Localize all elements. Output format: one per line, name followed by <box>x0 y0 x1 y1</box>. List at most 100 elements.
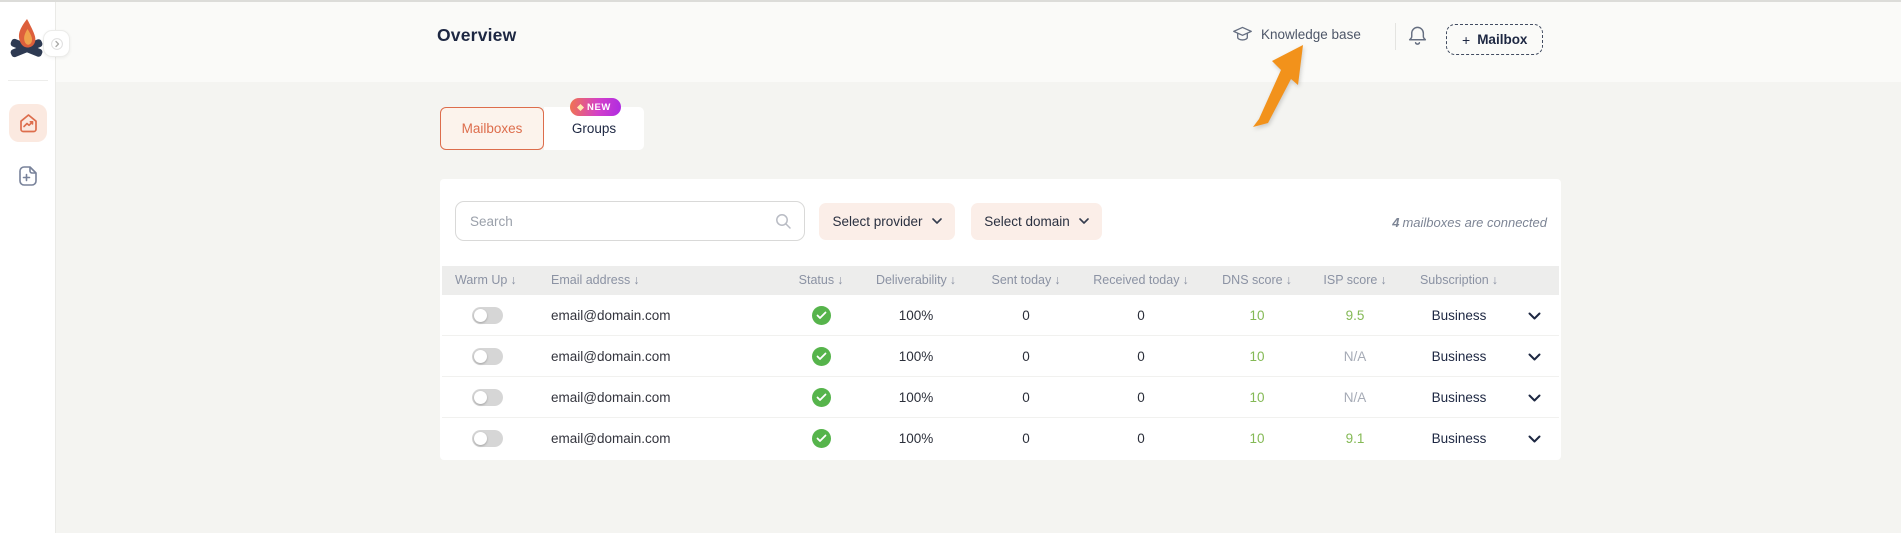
sort-icon: ↓ <box>1054 273 1060 287</box>
knowledge-base-link[interactable]: Knowledge base <box>1232 24 1361 44</box>
table-header: Warm Up↓ Email address↓ Status↓ Delivera… <box>442 266 1559 295</box>
select-domain-dropdown[interactable]: Select domain <box>971 203 1102 240</box>
column-label: Deliverability <box>876 273 947 287</box>
dns-score-value: 10 <box>1207 377 1307 418</box>
isp-score-value: 9.5 <box>1305 295 1405 336</box>
tab-mailboxes-label: Mailboxes <box>462 121 523 136</box>
warmup-toggle[interactable] <box>472 307 503 324</box>
connected-label: mailboxes are connected <box>1402 215 1547 230</box>
chevron-right-icon <box>51 38 63 50</box>
bell-icon <box>1406 24 1429 49</box>
add-mailbox-label: Mailbox <box>1477 32 1527 47</box>
add-mailbox-button[interactable]: + Mailbox <box>1446 24 1543 55</box>
toggle-knob <box>474 391 487 404</box>
knowledge-base-label: Knowledge base <box>1261 27 1361 42</box>
sent-today-value: 0 <box>976 418 1076 459</box>
column-label: ISP score <box>1323 273 1377 287</box>
sidebar-collapse-button[interactable] <box>43 30 70 57</box>
select-provider-label: Select provider <box>832 214 922 229</box>
column-label: Sent today <box>991 273 1051 287</box>
warmup-toggle[interactable] <box>472 348 503 365</box>
row-expand-button[interactable] <box>1518 418 1550 459</box>
tab-groups[interactable]: Groups NEW <box>544 107 644 150</box>
column-label: Subscription <box>1420 273 1489 287</box>
warmup-toggle[interactable] <box>472 430 503 447</box>
search-box <box>455 201 805 241</box>
select-provider-dropdown[interactable]: Select provider <box>819 203 955 240</box>
search-input[interactable] <box>456 214 774 229</box>
chevron-down-icon <box>932 218 942 225</box>
status-ok-icon <box>812 306 831 325</box>
chevron-down-icon <box>1528 353 1541 361</box>
table-row: email@domain.com 100% 0 0 10 N/A Busines… <box>442 336 1559 377</box>
tab-bar: Mailboxes Groups NEW <box>440 107 644 150</box>
column-label: DNS score <box>1222 273 1282 287</box>
status-ok-icon <box>812 388 831 407</box>
deliverability-value: 100% <box>866 336 966 377</box>
column-header-isp-score[interactable]: ISP score↓ <box>1305 266 1405 295</box>
tab-groups-label: Groups <box>572 121 616 136</box>
subscription-value: Business <box>1399 377 1519 418</box>
column-header-received-today[interactable]: Received today↓ <box>1091 266 1191 295</box>
sent-today-value: 0 <box>976 377 1076 418</box>
column-label: Warm Up <box>455 273 507 287</box>
chevron-down-icon <box>1528 435 1541 443</box>
dns-score-value: 10 <box>1207 418 1307 459</box>
toggle-knob <box>474 309 487 322</box>
column-header-warmup[interactable]: Warm Up↓ <box>455 266 545 295</box>
column-header-email[interactable]: Email address↓ <box>551 266 791 295</box>
sort-icon: ↓ <box>510 273 516 287</box>
isp-score-value: N/A <box>1305 336 1405 377</box>
header-band <box>56 0 1901 82</box>
received-today-value: 0 <box>1091 377 1191 418</box>
email-address: email@domain.com <box>551 418 791 459</box>
chevron-down-icon <box>1079 218 1089 225</box>
column-header-subscription[interactable]: Subscription↓ <box>1399 266 1519 295</box>
row-expand-button[interactable] <box>1518 336 1550 377</box>
status-cell <box>781 377 861 418</box>
isp-score-value: N/A <box>1305 377 1405 418</box>
tab-mailboxes[interactable]: Mailboxes <box>440 107 544 150</box>
window-top-border <box>0 0 1901 2</box>
new-badge: NEW <box>570 98 621 116</box>
sort-icon: ↓ <box>1182 273 1188 287</box>
row-expand-button[interactable] <box>1518 295 1550 336</box>
subscription-value: Business <box>1399 418 1519 459</box>
dns-score-value: 10 <box>1207 336 1307 377</box>
graduation-cap-icon <box>1232 24 1253 44</box>
connected-count-text: 4mailboxes are connected <box>1392 215 1547 230</box>
sent-today-value: 0 <box>976 336 1076 377</box>
file-plus-icon <box>15 163 41 189</box>
email-address: email@domain.com <box>551 336 791 377</box>
email-address: email@domain.com <box>551 377 791 418</box>
column-header-sent-today[interactable]: Sent today↓ <box>976 266 1076 295</box>
column-header-status[interactable]: Status↓ <box>781 266 861 295</box>
column-header-deliverability[interactable]: Deliverability↓ <box>866 266 966 295</box>
column-label: Email address <box>551 273 630 287</box>
campfire-logo[interactable] <box>7 17 47 59</box>
sort-icon: ↓ <box>1492 273 1498 287</box>
sidebar-item-overview[interactable] <box>9 104 47 142</box>
toggle-knob <box>474 350 487 363</box>
warmup-toggle[interactable] <box>472 389 503 406</box>
sidebar <box>0 0 56 533</box>
sort-icon: ↓ <box>1286 273 1292 287</box>
subscription-value: Business <box>1399 295 1519 336</box>
status-cell <box>781 336 861 377</box>
row-expand-button[interactable] <box>1518 377 1550 418</box>
column-label: Status <box>799 273 834 287</box>
mailboxes-card: Select provider Select domain 4mailboxes… <box>440 179 1561 460</box>
new-badge-label: NEW <box>587 102 611 113</box>
column-header-dns-score[interactable]: DNS score ↓ <box>1207 266 1307 295</box>
sort-icon: ↓ <box>633 273 639 287</box>
sidebar-item-add-document[interactable] <box>14 162 42 190</box>
notifications-button[interactable] <box>1406 24 1430 50</box>
deliverability-value: 100% <box>866 295 966 336</box>
toggle-knob <box>474 432 487 445</box>
status-cell <box>781 418 861 459</box>
sent-today-value: 0 <box>976 295 1076 336</box>
search-icon <box>774 212 792 230</box>
header-divider <box>1395 23 1396 50</box>
sort-icon: ↓ <box>1380 273 1386 287</box>
status-cell <box>781 295 861 336</box>
